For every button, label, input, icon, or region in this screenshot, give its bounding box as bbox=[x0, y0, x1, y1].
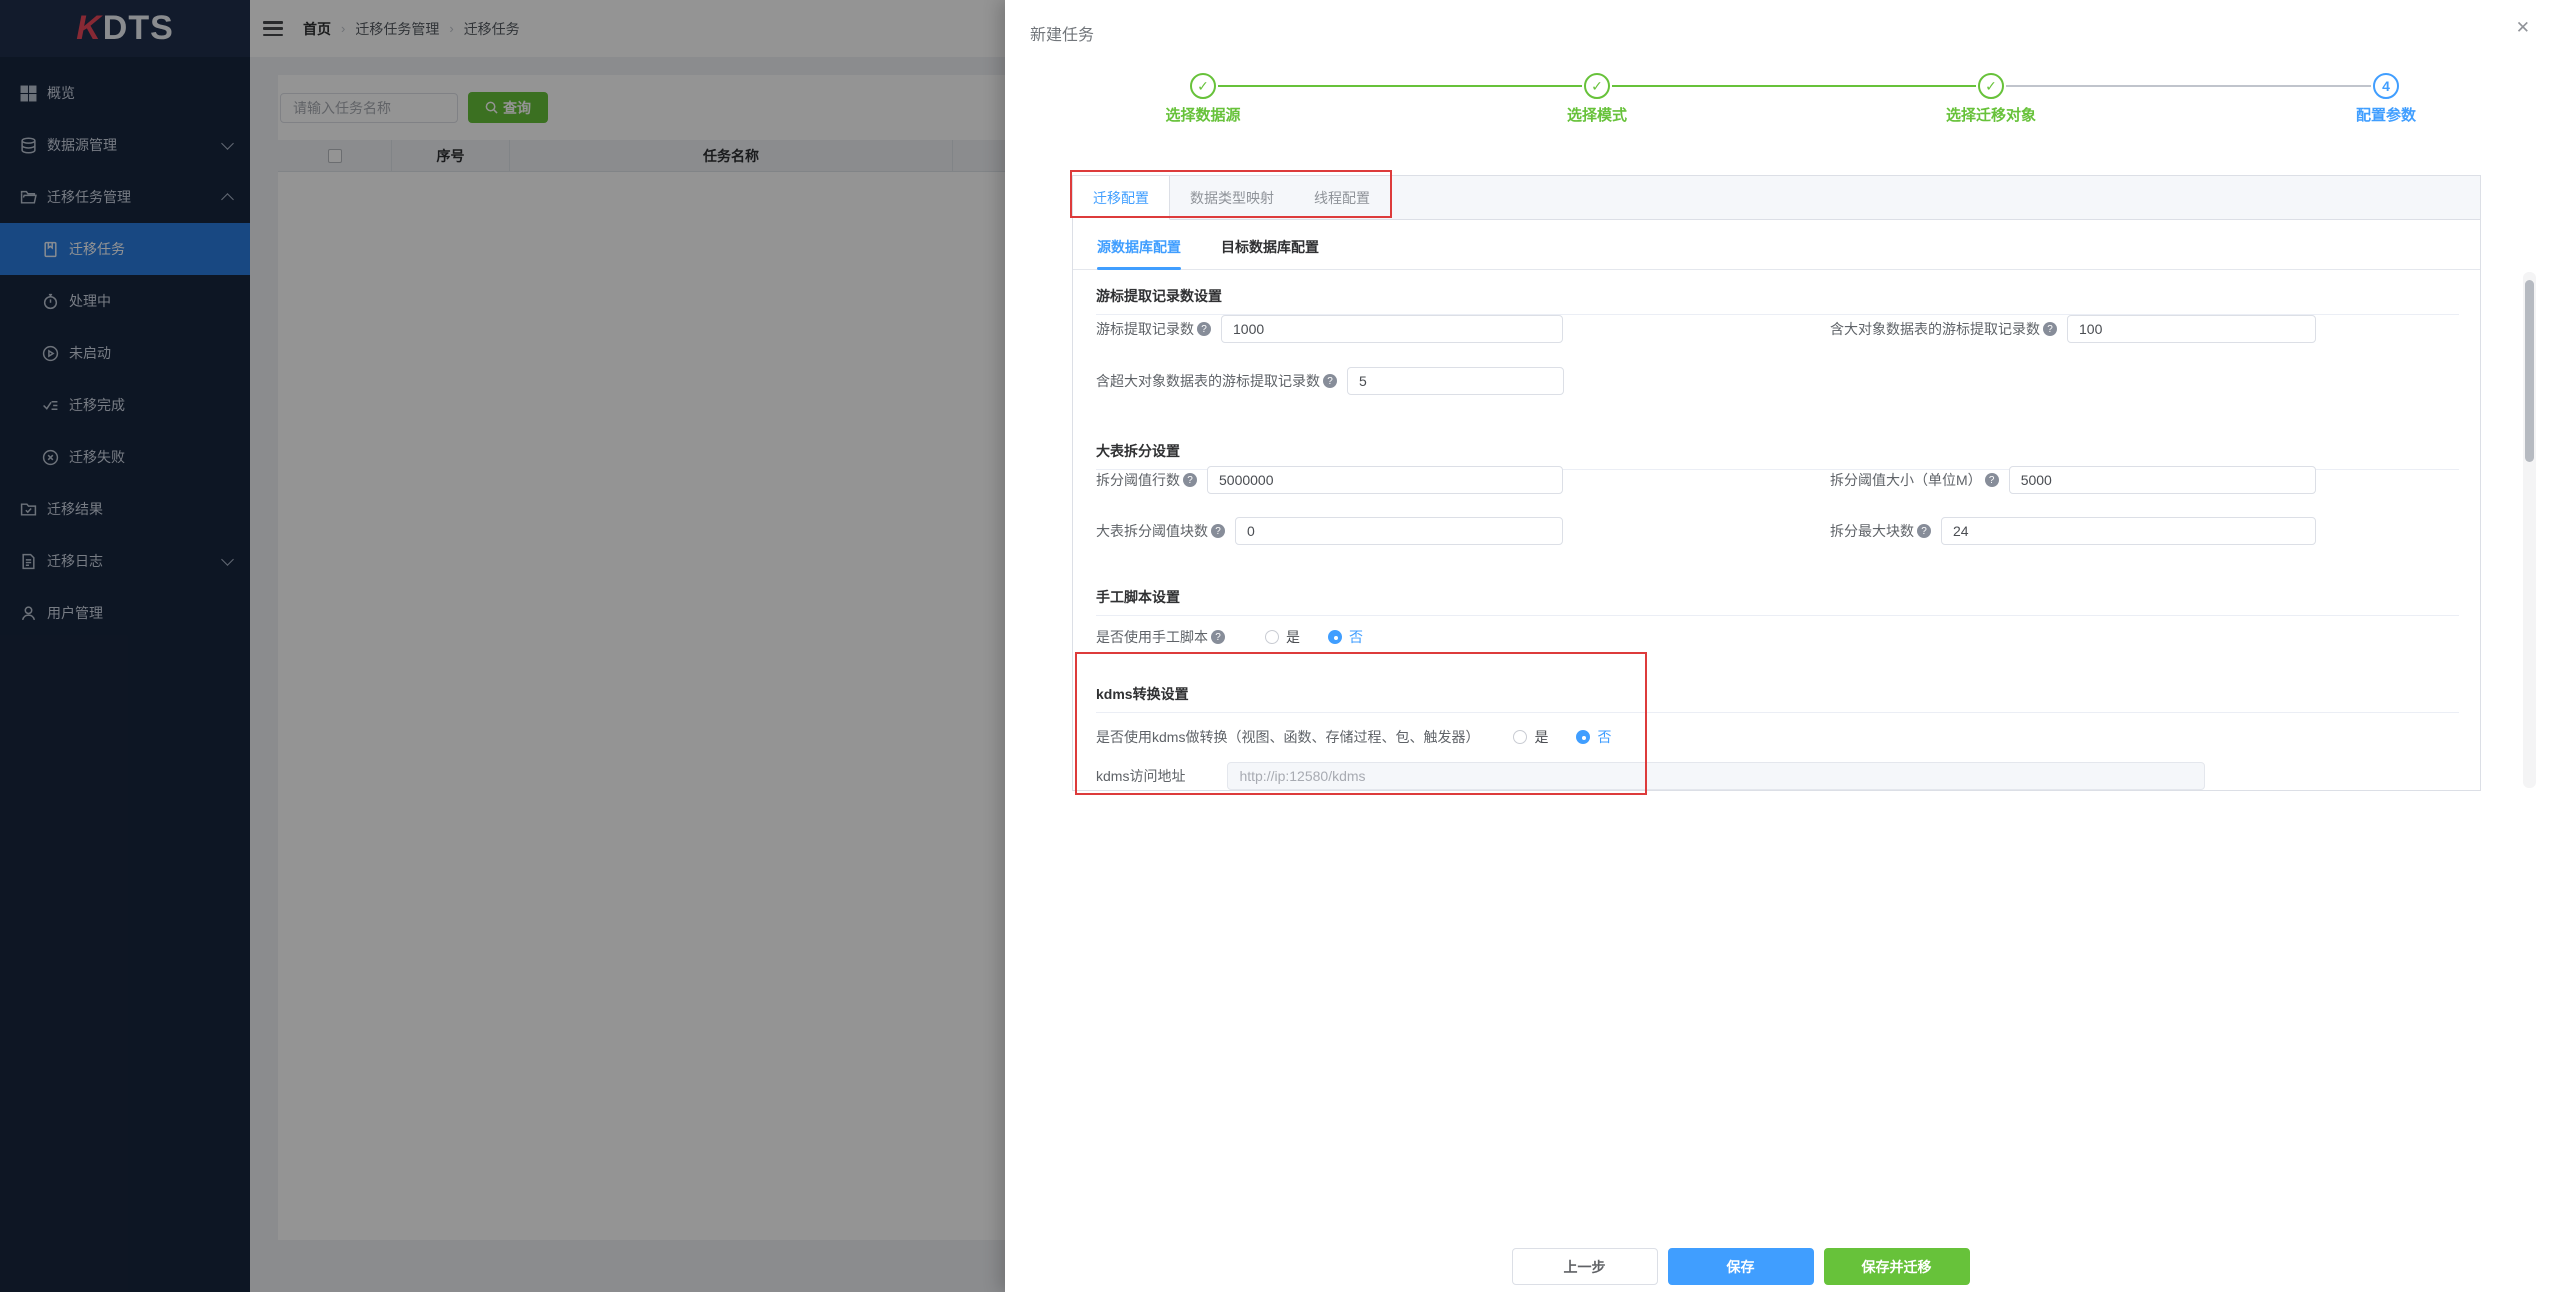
step-connector bbox=[1612, 85, 1976, 87]
check-icon: ✓ bbox=[1591, 78, 1603, 95]
step-1-circle: ✓ bbox=[1190, 73, 1216, 99]
radio-icon bbox=[1328, 630, 1342, 644]
step-4-circle: 4 bbox=[2373, 73, 2399, 99]
lob-cursor-fetch-count-input[interactable] bbox=[2067, 315, 2316, 343]
radio-icon bbox=[1513, 730, 1527, 744]
field-label: 拆分阈值大小（单位M） bbox=[1830, 470, 1982, 490]
new-task-drawer: 新建任务 ✕ ✓ ✓ ✓ 4 选择数据源 选择模式 选择迁移对象 配置参数 迁移… bbox=[1005, 0, 2552, 1292]
form-item: 拆分阈值行数 ? bbox=[1096, 466, 1563, 494]
tab-migration-config[interactable]: 迁移配置 bbox=[1073, 176, 1170, 220]
close-icon[interactable]: ✕ bbox=[2516, 19, 2530, 36]
form-item: 含大对象数据表的游标提取记录数 ? bbox=[1830, 315, 2316, 343]
config-form-scroll-area[interactable]: 游标提取记录数设置 游标提取记录数 ? 含大对象数据表的游标提取记录数 ? 含超… bbox=[1073, 270, 2480, 790]
subtab-source-db-config[interactable]: 源数据库配置 bbox=[1097, 237, 1181, 269]
field-label: 是否使用手工脚本 bbox=[1096, 627, 1208, 647]
save-and-migrate-button[interactable]: 保存并迁移 bbox=[1824, 1248, 1970, 1285]
check-icon: ✓ bbox=[1985, 78, 1997, 95]
split-threshold-rows-input[interactable] bbox=[1207, 466, 1563, 494]
section-title-cursor-fetch: 游标提取记录数设置 bbox=[1096, 286, 2459, 315]
step-2-label: 选择模式 bbox=[1497, 104, 1697, 125]
split-max-chunks-input[interactable] bbox=[1941, 517, 2316, 545]
kdms-address-input[interactable] bbox=[1227, 762, 2205, 790]
field-label: 含大对象数据表的游标提取记录数 bbox=[1830, 319, 2040, 339]
section-title-manual-script: 手工脚本设置 bbox=[1096, 587, 2459, 616]
form-scrollbar-thumb[interactable] bbox=[2525, 280, 2534, 462]
form-item: 含超大对象数据表的游标提取记录数 ? bbox=[1096, 367, 1564, 395]
manual-script-radio-no[interactable]: 否 bbox=[1328, 627, 1363, 647]
radio-label: 是 bbox=[1534, 727, 1548, 747]
help-icon[interactable]: ? bbox=[1985, 473, 1999, 487]
step-3-circle: ✓ bbox=[1978, 73, 2004, 99]
huge-lob-cursor-fetch-count-input[interactable] bbox=[1347, 367, 1564, 395]
kdms-convert-radio-yes[interactable]: 是 bbox=[1513, 727, 1548, 747]
help-icon[interactable]: ? bbox=[1211, 630, 1225, 644]
form-item: 游标提取记录数 ? bbox=[1096, 315, 1563, 343]
radio-label: 否 bbox=[1597, 727, 1611, 747]
step-4-label: 配置参数 bbox=[2286, 104, 2486, 125]
radio-label: 否 bbox=[1349, 627, 1363, 647]
help-icon[interactable]: ? bbox=[1183, 473, 1197, 487]
step-connector bbox=[1218, 85, 1582, 87]
form-item: 拆分阈值大小（单位M） ? bbox=[1830, 466, 2316, 494]
cursor-fetch-count-input[interactable] bbox=[1221, 315, 1563, 343]
save-button[interactable]: 保存 bbox=[1668, 1248, 1814, 1285]
help-icon[interactable]: ? bbox=[2043, 322, 2057, 336]
kdms-convert-radio-no[interactable]: 否 bbox=[1576, 727, 1611, 747]
radio-label: 是 bbox=[1286, 627, 1300, 647]
drawer-footer: 上一步 保存 保存并迁移 bbox=[1512, 1248, 1970, 1285]
previous-step-button[interactable]: 上一步 bbox=[1512, 1248, 1658, 1285]
manual-script-radio-yes[interactable]: 是 bbox=[1265, 627, 1300, 647]
step-4-number: 4 bbox=[2382, 78, 2390, 94]
tab-thread-config[interactable]: 线程配置 bbox=[1294, 176, 1390, 219]
step-3-label: 选择迁移对象 bbox=[1891, 104, 2091, 125]
field-label: 游标提取记录数 bbox=[1096, 319, 1194, 339]
step-2-circle: ✓ bbox=[1584, 73, 1610, 99]
db-config-subtabs: 源数据库配置 目标数据库配置 bbox=[1073, 220, 2480, 270]
subtab-target-db-config[interactable]: 目标数据库配置 bbox=[1221, 237, 1319, 269]
section-title-kdms-convert: kdms转换设置 bbox=[1096, 684, 2459, 713]
field-label: 拆分最大块数 bbox=[1830, 521, 1914, 541]
drawer-title: 新建任务 bbox=[1030, 21, 1094, 45]
help-icon[interactable]: ? bbox=[1211, 524, 1225, 538]
help-icon[interactable]: ? bbox=[1197, 322, 1211, 336]
config-tab-card: 迁移配置 数据类型映射 线程配置 源数据库配置 目标数据库配置 游标提取记录数设… bbox=[1072, 175, 2481, 791]
field-label: 拆分阈值行数 bbox=[1096, 470, 1180, 490]
form-item: 拆分最大块数 ? bbox=[1830, 517, 2316, 545]
form-item: 大表拆分阈值块数 ? bbox=[1096, 517, 1563, 545]
step-1-label: 选择数据源 bbox=[1103, 104, 1303, 125]
radio-icon bbox=[1265, 630, 1279, 644]
field-label: kdms访问地址 bbox=[1096, 766, 1185, 786]
config-tabs: 迁移配置 数据类型映射 线程配置 bbox=[1073, 175, 2480, 220]
tab-datatype-mapping[interactable]: 数据类型映射 bbox=[1170, 176, 1294, 219]
field-label: 是否使用kdms做转换（视图、函数、存储过程、包、触发器） bbox=[1096, 727, 1479, 747]
field-label: 含超大对象数据表的游标提取记录数 bbox=[1096, 371, 1320, 391]
check-icon: ✓ bbox=[1197, 78, 1209, 95]
radio-icon bbox=[1576, 730, 1590, 744]
step-connector bbox=[2006, 85, 2371, 87]
split-threshold-size-input[interactable] bbox=[2009, 466, 2316, 494]
split-threshold-chunks-input[interactable] bbox=[1235, 517, 1563, 545]
help-icon[interactable]: ? bbox=[1917, 524, 1931, 538]
field-label: 大表拆分阈值块数 bbox=[1096, 521, 1208, 541]
help-icon[interactable]: ? bbox=[1323, 374, 1337, 388]
